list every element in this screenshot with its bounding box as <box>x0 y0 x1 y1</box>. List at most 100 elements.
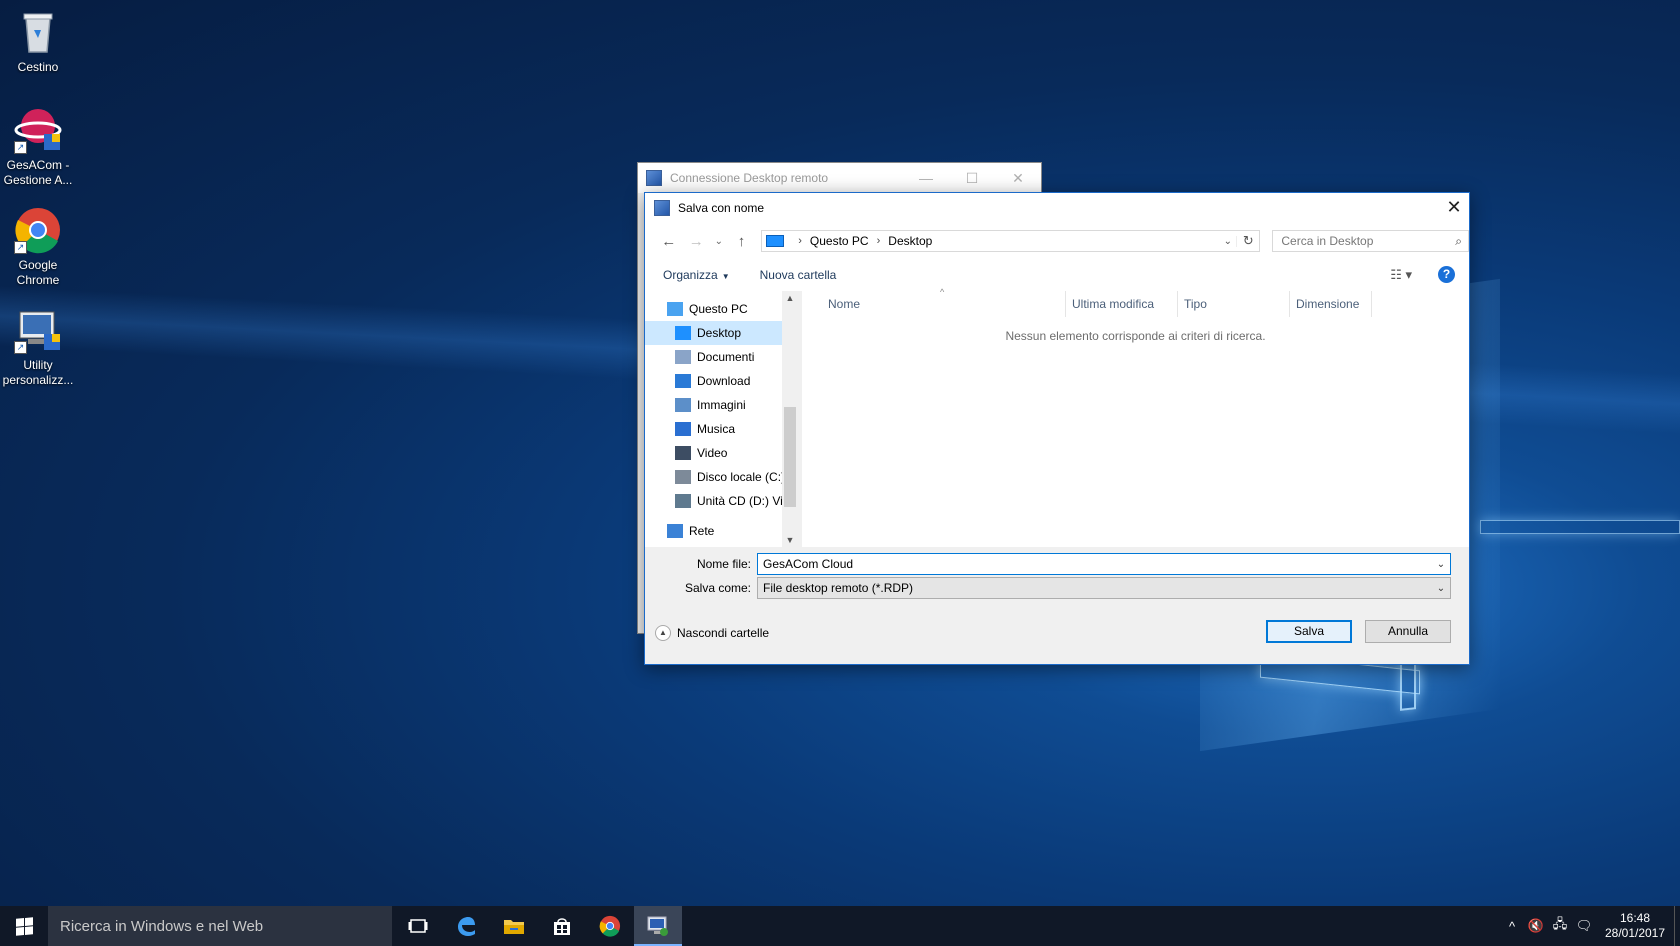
drive-icon <box>675 470 691 484</box>
chrome-icon <box>599 915 621 937</box>
taskbar-search-box[interactable]: Ricerca in Windows e nel Web <box>48 906 392 946</box>
hide-folders-toggle[interactable]: ▲ Nascondi cartelle <box>655 625 769 641</box>
sort-ascending-icon: ^ <box>940 287 945 297</box>
remote-desktop-icon <box>654 200 670 216</box>
filename-label: Nome file: <box>696 557 751 571</box>
column-header-modified[interactable]: Ultima modifica <box>1066 291 1178 317</box>
tree-item-questo-pc[interactable]: Questo PC <box>645 297 782 321</box>
clock[interactable]: 16:48 28/01/2017 <box>1600 911 1670 941</box>
save-button[interactable]: Salva <box>1266 620 1352 643</box>
maximize-button[interactable]: ☐ <box>949 170 995 187</box>
tree-item-label: Desktop <box>697 326 742 340</box>
scroll-up-icon[interactable]: ▲ <box>782 293 798 303</box>
recent-locations-button[interactable]: ⌄ <box>710 236 728 247</box>
taskbar-file-explorer[interactable] <box>490 906 538 946</box>
desktop-icon-utility[interactable]: ↗ Utility personalizz... <box>0 306 76 388</box>
show-desktop-button[interactable] <box>1674 906 1680 946</box>
taskbar-remote-desktop[interactable] <box>634 906 682 946</box>
desktop-icon-label: GesACom - <box>6 158 70 172</box>
save-type-row: Salva come: File desktop remoto (*.RDP) … <box>645 577 1451 599</box>
music-icon <box>675 422 691 436</box>
remote-desktop-titlebar[interactable]: Connessione Desktop remoto — ☐ ✕ <box>638 163 1041 193</box>
desktop-icon <box>675 326 691 340</box>
search-icon[interactable]: ⌕ <box>1455 234 1462 249</box>
dialog-title: Salva con nome <box>678 201 765 215</box>
tree-item-label: Unità CD (D:) Vir <box>697 494 782 508</box>
tree-item-label: Documenti <box>697 350 755 364</box>
tree-item-label: Disco locale (C:) <box>697 470 782 484</box>
task-view-button[interactable] <box>394 906 442 946</box>
desktop-icon-label: Gestione A... <box>3 173 73 187</box>
cancel-button[interactable]: Annulla <box>1365 620 1451 643</box>
breadcrumb-questo-pc[interactable]: Questo PC <box>810 234 869 248</box>
close-button[interactable]: ✕ <box>995 170 1041 187</box>
save-type-select[interactable]: File desktop remoto (*.RDP) ⌄ <box>757 577 1451 599</box>
back-button[interactable]: ← <box>655 233 683 250</box>
up-button[interactable]: ↑ <box>728 233 756 250</box>
minimize-button[interactable]: — <box>903 170 949 187</box>
tree-item-label: Download <box>697 374 751 388</box>
documents-icon <box>675 350 691 364</box>
tree-item-desktop[interactable]: Desktop <box>645 321 782 345</box>
address-bar[interactable]: › Questo PC › Desktop ⌄ ↻ <box>761 230 1261 252</box>
column-header-size[interactable]: Dimensione <box>1290 291 1372 317</box>
taskbar-edge[interactable] <box>442 906 490 946</box>
file-list[interactable]: ^ Nome Ultima modifica Tipo Dimensione N… <box>802 287 1469 547</box>
pc-icon <box>667 302 683 316</box>
tree-item-immagini[interactable]: Immagini <box>645 393 782 417</box>
shortcut-arrow-icon: ↗ <box>14 141 27 154</box>
remote-desktop-icon <box>647 916 668 936</box>
refresh-button[interactable]: ↻ <box>1237 233 1259 249</box>
view-options-button[interactable]: ☷ ▾ <box>1390 267 1412 283</box>
shortcut-arrow-icon: ↗ <box>14 241 27 254</box>
forward-button[interactable]: → <box>683 233 711 250</box>
tree-item-label: Immagini <box>697 398 746 412</box>
scrollbar-thumb[interactable] <box>784 407 796 507</box>
chevron-up-icon[interactable]: ^ <box>1500 919 1524 934</box>
dialog-close-button[interactable]: ✕ <box>1439 194 1469 222</box>
chevron-down-icon[interactable]: ⌄ <box>1432 559 1450 570</box>
navigation-pane: Questo PC Desktop Documenti Download Immagin… <box>645 291 782 547</box>
volume-muted-icon[interactable]: 🔇 <box>1524 918 1548 934</box>
network-icon[interactable]: 🖧 <box>1548 915 1572 937</box>
taskbar-store[interactable] <box>538 906 586 946</box>
save-type-label: Salva come: <box>684 581 751 595</box>
scroll-down-icon[interactable]: ▼ <box>782 535 798 545</box>
tree-item-download[interactable]: Download <box>645 369 782 393</box>
download-icon <box>675 374 691 388</box>
shortcut-arrow-icon: ↗ <box>14 341 27 354</box>
breadcrumb-desktop[interactable]: Desktop <box>888 234 932 248</box>
start-button[interactable] <box>0 906 48 946</box>
filename-input[interactable]: GesACom Cloud ⌄ <box>757 553 1451 575</box>
desktop-icon-recycle-bin[interactable]: Cestino <box>0 8 76 75</box>
tree-item-documenti[interactable]: Documenti <box>645 345 782 369</box>
desktop-icon-gesacom[interactable]: ↗ GesACom - Gestione A... <box>0 106 76 188</box>
desktop-icon-label: Chrome <box>16 273 60 287</box>
desktop-icon-label: Cestino <box>17 60 59 74</box>
column-headers: ^ Nome Ultima modifica Tipo Dimensione <box>802 287 1469 317</box>
tree-item-musica[interactable]: Musica <box>645 417 782 441</box>
search-input[interactable]: Cerca in Desktop ⌕ <box>1272 230 1470 252</box>
organize-menu-button[interactable]: Organizza ▼ <box>663 268 730 282</box>
tree-item-unit-cd-d-vir[interactable]: Unità CD (D:) Vir <box>645 489 782 513</box>
help-button[interactable]: ? <box>1438 266 1455 283</box>
desktop-icon-google-chrome[interactable]: ↗ Google Chrome <box>0 206 76 288</box>
wallpaper-logo-pane <box>1480 520 1680 534</box>
navigation-scrollbar[interactable]: ▲ ▼ <box>782 291 798 547</box>
chevron-down-icon[interactable]: ⌄ <box>1432 583 1450 594</box>
action-center-icon[interactable]: 🗨 <box>1572 918 1596 934</box>
taskbar-chrome[interactable] <box>586 906 634 946</box>
tree-item-label: Video <box>697 446 728 460</box>
navigation-bar: ← → ⌄ ↑ › Questo PC › Desktop ⌄ ↻ Cerca … <box>645 223 1470 259</box>
tree-item-video[interactable]: Video <box>645 441 782 465</box>
task-view-icon <box>408 919 428 933</box>
dialog-titlebar[interactable]: Salva con nome ✕ <box>645 193 1469 223</box>
pictures-icon <box>675 398 691 412</box>
tree-item-disco-locale-c[interactable]: Disco locale (C:) <box>645 465 782 489</box>
new-folder-button[interactable]: Nuova cartella <box>760 268 837 282</box>
folder-icon <box>504 920 524 934</box>
tree-item-rete[interactable]: Rete <box>645 519 782 543</box>
clock-time: 16:48 <box>1619 911 1651 925</box>
address-dropdown-button[interactable]: ⌄ <box>1219 235 1238 247</box>
column-header-type[interactable]: Tipo <box>1178 291 1290 317</box>
